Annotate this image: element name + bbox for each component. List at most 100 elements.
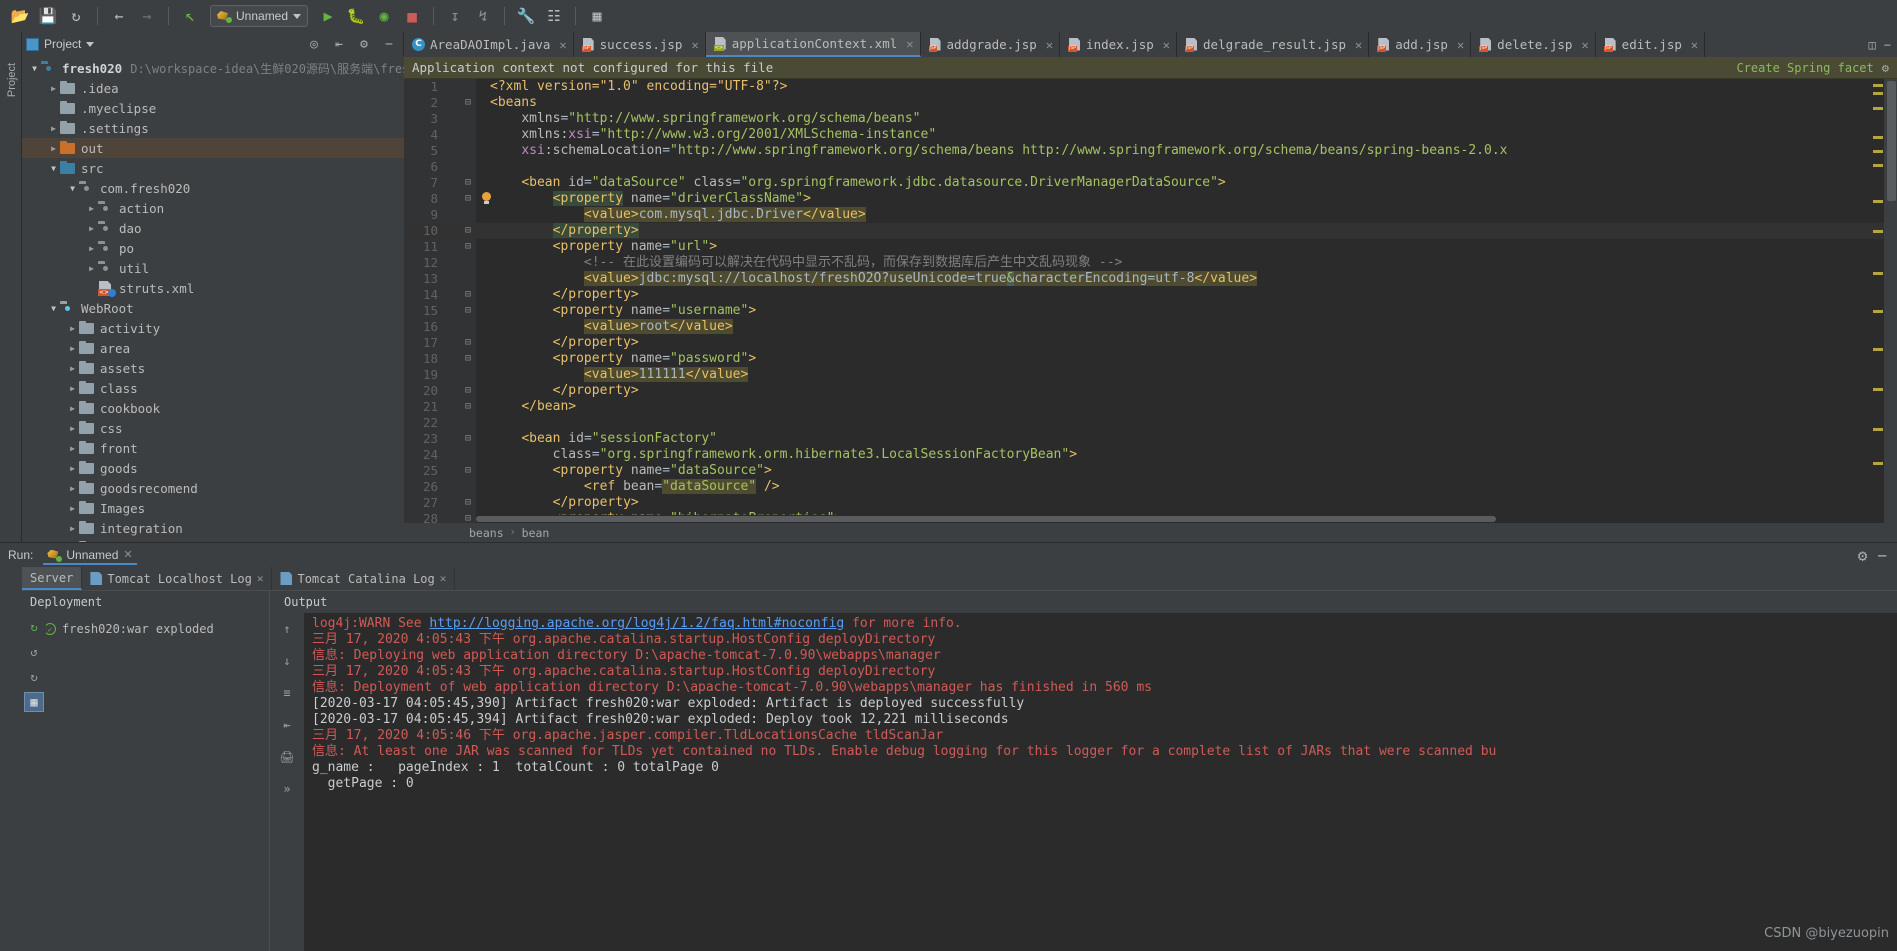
- editor-tab-bar[interactable]: AreaDAOImpl.java✕success.jsp✕application…: [404, 32, 1897, 57]
- fold-marker-icon[interactable]: ⊟: [462, 287, 474, 303]
- editor-tab-edit-jsp[interactable]: edit.jsp✕: [1596, 32, 1705, 57]
- hide-panel-icon[interactable]: −: [379, 34, 399, 54]
- tree-row-webroot[interactable]: ▼WebRoot: [22, 298, 404, 318]
- fold-marker-icon[interactable]: ⊟: [462, 351, 474, 367]
- fold-marker-icon[interactable]: ⊟: [462, 191, 474, 207]
- chevron-down-icon[interactable]: ▼: [66, 184, 79, 193]
- editor-tab-success-jsp[interactable]: success.jsp✕: [574, 32, 706, 57]
- code-line[interactable]: 6: [404, 159, 1897, 175]
- close-tab-icon[interactable]: ✕: [1691, 38, 1698, 52]
- log-tab-server[interactable]: Server: [22, 567, 82, 590]
- breadcrumb-item-1[interactable]: bean: [522, 526, 550, 540]
- undo-icon[interactable]: ↖: [176, 3, 204, 29]
- tree-row-assets[interactable]: ▶assets: [22, 358, 404, 378]
- chevron-right-icon[interactable]: ▶: [66, 524, 79, 533]
- chevron-right-icon[interactable]: ▶: [85, 244, 98, 253]
- close-tab-icon[interactable]: ✕: [1046, 38, 1053, 52]
- code-line[interactable]: 27⊟ </property>: [404, 495, 1897, 511]
- tree-row-css[interactable]: ▶css: [22, 418, 404, 438]
- fold-marker-icon[interactable]: ⊟: [462, 399, 474, 415]
- code-line[interactable]: 22: [404, 415, 1897, 431]
- close-tab-icon[interactable]: ✕: [559, 38, 566, 52]
- chevron-down-icon[interactable]: [86, 42, 94, 47]
- hscroll-thumb[interactable]: [476, 516, 1496, 522]
- editor-tab-delete-jsp[interactable]: delete.jsp✕: [1471, 32, 1596, 57]
- rail-project-label[interactable]: Project: [6, 51, 18, 109]
- editor-tab-delgrade-result-jsp[interactable]: delgrade_result.jsp✕: [1177, 32, 1369, 57]
- breadcrumb[interactable]: beans › bean: [404, 523, 1897, 542]
- close-log-tab-icon[interactable]: ✕: [257, 572, 264, 585]
- scroll-up-icon[interactable]: ↑: [277, 619, 297, 639]
- tree-row-front[interactable]: ▶front: [22, 438, 404, 458]
- editor-horizontal-scrollbar[interactable]: [476, 515, 1879, 523]
- create-spring-facet-link[interactable]: Create Spring facet: [1736, 61, 1873, 75]
- tree-row-goods[interactable]: ▶goods: [22, 458, 404, 478]
- save-all-icon[interactable]: 💾: [34, 3, 62, 29]
- redeploy-icon[interactable]: ↺: [24, 642, 44, 662]
- chevron-right-icon[interactable]: ▶: [66, 404, 79, 413]
- chevron-right-icon[interactable]: ▶: [47, 84, 60, 93]
- code-line[interactable]: 3 xmlns="http://www.springframework.org/…: [404, 111, 1897, 127]
- fold-marker-icon[interactable]: ⊟: [462, 383, 474, 399]
- chevron-right-icon[interactable]: ▶: [66, 464, 79, 473]
- project-tree[interactable]: ▼fresh020D:\workspace-idea\生鲜020源码\服务端\f…: [22, 56, 404, 542]
- tree-row-goodsrecomend[interactable]: ▶goodsrecomend: [22, 478, 404, 498]
- chevron-right-icon[interactable]: ▶: [85, 204, 98, 213]
- editor-tab-index-jsp[interactable]: index.jsp✕: [1060, 32, 1177, 57]
- close-tab-icon[interactable]: ✕: [691, 38, 698, 52]
- chevron-right-icon[interactable]: ▶: [85, 264, 98, 273]
- fold-marker-icon[interactable]: ⊟: [462, 223, 474, 239]
- run-config-tab[interactable]: Unnamed ✕: [43, 546, 136, 565]
- editor-tab-applicationcontext-xml[interactable]: applicationContext.xml✕: [706, 32, 921, 57]
- chevron-right-icon[interactable]: ▶: [47, 124, 60, 133]
- editor-vertical-scrollbar[interactable]: [1884, 79, 1897, 523]
- code-line[interactable]: 14⊟ </property>: [404, 287, 1897, 303]
- soft-wrap-icon[interactable]: ≡: [277, 683, 297, 703]
- chevron-right-icon[interactable]: ▶: [66, 364, 79, 373]
- close-icon[interactable]: ✕: [123, 548, 132, 561]
- refresh-icon[interactable]: ↻: [24, 667, 44, 687]
- tree-row-activity[interactable]: ▶activity: [22, 318, 404, 338]
- fold-marker-icon[interactable]: ⊟: [462, 239, 474, 255]
- code-line[interactable]: 26 <ref bean="dataSource" />: [404, 479, 1897, 495]
- code-line[interactable]: 24 class="org.springframework.orm.hibern…: [404, 447, 1897, 463]
- chevron-right-icon[interactable]: ▶: [66, 384, 79, 393]
- close-tab-icon[interactable]: ✕: [906, 37, 913, 51]
- chevron-right-icon[interactable]: ▶: [66, 344, 79, 353]
- run-log-tabs[interactable]: ServerTomcat Localhost Log✕Tomcat Catali…: [22, 567, 1897, 591]
- log-tab-tomcat-localhost-log[interactable]: Tomcat Localhost Log✕: [82, 567, 272, 590]
- run-configuration-selector[interactable]: Unnamed: [210, 5, 308, 27]
- code-line[interactable]: 25⊟ <property name="dataSource">: [404, 463, 1897, 479]
- split-icon[interactable]: ◫: [1869, 38, 1876, 52]
- close-tab-icon[interactable]: ✕: [1163, 38, 1170, 52]
- tree-row--myeclipse[interactable]: .myeclipse: [22, 98, 404, 118]
- hide-editor-icon[interactable]: −: [1884, 38, 1891, 52]
- print-icon[interactable]: 🖨: [277, 747, 297, 767]
- sync-icon[interactable]: ↻: [62, 3, 90, 29]
- tree-row--settings[interactable]: ▶.settings: [22, 118, 404, 138]
- close-log-tab-icon[interactable]: ✕: [440, 572, 447, 585]
- scroll-down-icon[interactable]: ↓: [277, 651, 297, 671]
- collapse-all-icon[interactable]: ⇤: [329, 34, 349, 54]
- chevron-down-icon[interactable]: ▼: [47, 304, 60, 313]
- console-output[interactable]: log4j:WARN See http://logging.apache.org…: [304, 613, 1897, 951]
- code-line[interactable]: 23⊟ <bean id="sessionFactory": [404, 431, 1897, 447]
- more-options-icon[interactable]: »: [277, 779, 297, 799]
- navigate-back-icon[interactable]: ←: [105, 3, 133, 29]
- log-tab-tomcat-catalina-log[interactable]: Tomcat Catalina Log✕: [272, 567, 455, 590]
- fold-marker-icon[interactable]: ⊟: [462, 175, 474, 191]
- fold-marker-icon[interactable]: ⊟: [462, 303, 474, 319]
- tree-row-action[interactable]: ▶action: [22, 198, 404, 218]
- tree-row-images[interactable]: ▶Images: [22, 498, 404, 518]
- tree-row-util[interactable]: ▶util: [22, 258, 404, 278]
- fold-marker-icon[interactable]: ⊟: [462, 431, 474, 447]
- settings-wrench-icon[interactable]: 🔧: [512, 3, 540, 29]
- tree-row-com-fresh020[interactable]: ▼com.fresh020: [22, 178, 404, 198]
- tree-row-struts-xml[interactable]: struts.xml: [22, 278, 404, 298]
- tree-row-area[interactable]: ▶area: [22, 338, 404, 358]
- fold-marker-icon[interactable]: ⊟: [462, 495, 474, 511]
- fold-marker-icon[interactable]: ⊟: [462, 511, 474, 523]
- code-line[interactable]: 12 <!-- 在此设置编码可以解决在代码中显示不乱码，而保存到数据库后产生中文…: [404, 255, 1897, 271]
- chevron-right-icon[interactable]: ▶: [66, 424, 79, 433]
- fold-marker-icon[interactable]: ⊟: [462, 463, 474, 479]
